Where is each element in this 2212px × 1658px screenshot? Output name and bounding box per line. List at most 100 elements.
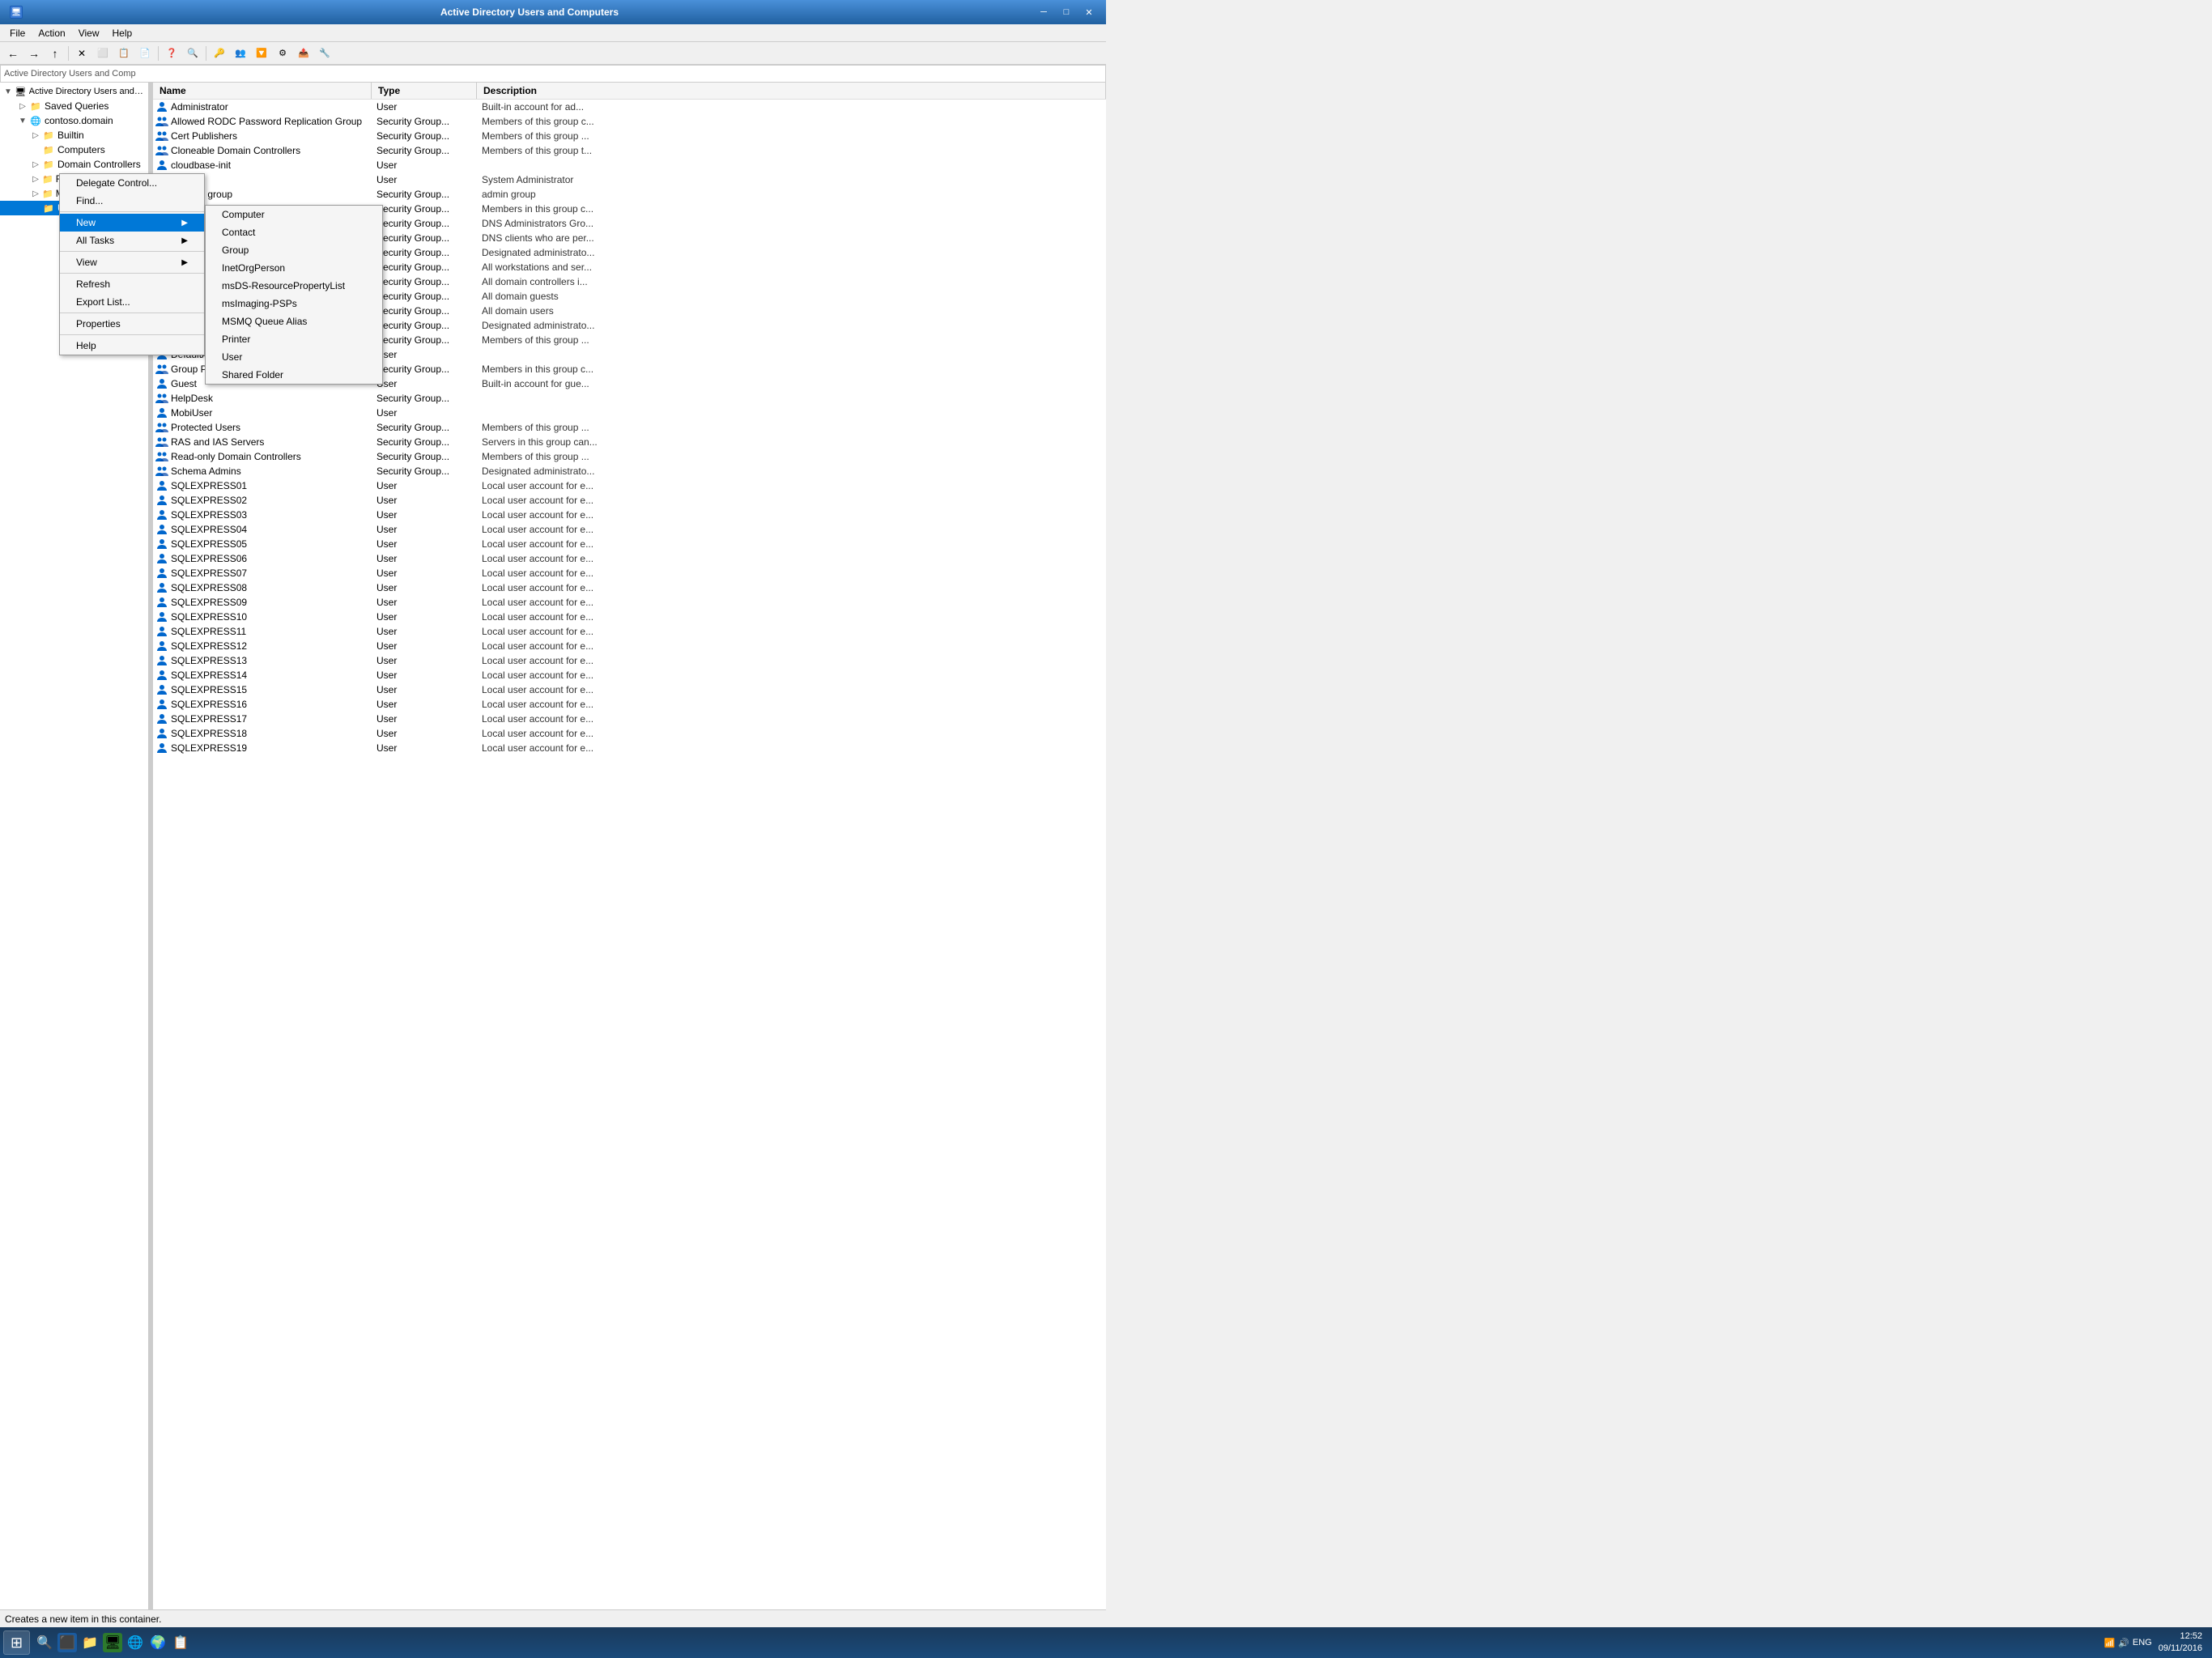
toolbar-properties[interactable]: ⬜ <box>93 45 113 62</box>
ctx-refresh[interactable]: Refresh <box>60 275 204 293</box>
taskbar-app[interactable]: 📋 <box>171 1633 190 1652</box>
list-item[interactable]: AdministratorUserBuilt-in account for ad… <box>153 100 1106 114</box>
taskbar-search[interactable]: 🔍 <box>35 1633 54 1652</box>
maximize-button[interactable]: □ <box>1056 4 1077 20</box>
taskbar-chrome[interactable]: 🌐 <box>125 1633 145 1652</box>
col-header-name[interactable]: Name <box>153 83 372 99</box>
list-item[interactable]: SQLEXPRESS17UserLocal user account for e… <box>153 712 1106 726</box>
context-menu: Delegate Control... Find... New ▶ All Ta… <box>59 173 205 355</box>
list-item[interactable]: SQLEXPRESS18UserLocal user account for e… <box>153 726 1106 741</box>
list-item[interactable]: SQLEXPRESS07UserLocal user account for e… <box>153 566 1106 580</box>
submenu-contact[interactable]: Contact <box>206 223 382 241</box>
list-item[interactable]: SQLEXPRESS13UserLocal user account for e… <box>153 653 1106 668</box>
item-desc: Members in this group c... <box>479 203 1106 215</box>
toolbar-copy[interactable]: 📋 <box>114 45 134 62</box>
list-item[interactable]: SQLEXPRESS16UserLocal user account for e… <box>153 697 1106 712</box>
menu-view[interactable]: View <box>72 26 106 40</box>
toolbar-adv[interactable]: 🔧 <box>315 45 334 62</box>
list-item[interactable]: contoso groupSecurity Group...admin grou… <box>153 187 1106 202</box>
taskbar-clock[interactable]: 12:52 09/11/2016 <box>2152 1630 2209 1656</box>
ctx-new[interactable]: New ▶ <box>60 214 204 232</box>
menu-action[interactable]: Action <box>32 26 71 40</box>
list-item[interactable]: SQLEXPRESS15UserLocal user account for e… <box>153 682 1106 697</box>
list-item[interactable]: contosoUserSystem Administrator <box>153 172 1106 187</box>
list-item[interactable]: SQLEXPRESS06UserLocal user account for e… <box>153 551 1106 566</box>
tree-item-saved[interactable]: ▷ 📁 Saved Queries <box>0 99 148 113</box>
toolbar-find[interactable]: 🔍 <box>183 45 202 62</box>
submenu-computer[interactable]: Computer <box>206 206 382 223</box>
list-item[interactable]: Read-only Domain ControllersSecurity Gro… <box>153 449 1106 464</box>
tree-item-builtin[interactable]: ▷ 📁 Builtin <box>0 128 148 142</box>
item-name: SQLEXPRESS07 <box>169 568 373 579</box>
submenu-group[interactable]: Group <box>206 241 382 259</box>
list-item[interactable]: SQLEXPRESS14UserLocal user account for e… <box>153 668 1106 682</box>
menu-file[interactable]: File <box>3 26 32 40</box>
list-item[interactable]: SQLEXPRESS03UserLocal user account for e… <box>153 508 1106 522</box>
toolbar-back[interactable]: ← <box>3 45 23 62</box>
ctx-find[interactable]: Find... <box>60 192 204 210</box>
toolbar-export[interactable]: 📤 <box>294 45 313 62</box>
minimize-button[interactable]: ─ <box>1033 4 1054 20</box>
tree-item-dcs[interactable]: ▷ 📁 Domain Controllers <box>0 157 148 172</box>
taskbar-network[interactable]: 🌍 <box>148 1633 168 1652</box>
item-desc: Local user account for e... <box>479 582 1106 593</box>
list-item[interactable]: SQLEXPRESS11UserLocal user account for e… <box>153 624 1106 639</box>
submenu-shared[interactable]: Shared Folder <box>206 366 382 384</box>
submenu-msds[interactable]: msDS-ResourcePropertyList <box>206 277 382 295</box>
item-name: SQLEXPRESS19 <box>169 742 373 754</box>
list-item[interactable]: SQLEXPRESS01UserLocal user account for e… <box>153 478 1106 493</box>
list-item[interactable]: SQLEXPRESS19UserLocal user account for e… <box>153 741 1106 755</box>
user-icon <box>155 698 169 711</box>
toolbar-settings[interactable]: ⚙ <box>273 45 292 62</box>
list-item[interactable]: Cloneable Domain ControllersSecurity Gro… <box>153 143 1106 158</box>
list-item[interactable]: SQLEXPRESS04UserLocal user account for e… <box>153 522 1106 537</box>
ctx-view[interactable]: View ▶ <box>60 253 204 271</box>
list-item[interactable]: SQLEXPRESS02UserLocal user account for e… <box>153 493 1106 508</box>
submenu-msmq[interactable]: MSMQ Queue Alias <box>206 312 382 330</box>
list-item[interactable]: SQLEXPRESS10UserLocal user account for e… <box>153 610 1106 624</box>
taskbar-cmdprompt[interactable]: ⬛ <box>57 1633 77 1652</box>
tree-item-root[interactable]: ▼ 🖥 Active Directory Users and Com <box>0 84 148 99</box>
ctx-delegate[interactable]: Delegate Control... <box>60 174 204 192</box>
menu-help[interactable]: Help <box>106 26 139 40</box>
list-item[interactable]: Cert PublishersSecurity Group...Members … <box>153 129 1106 143</box>
toolbar-filter[interactable]: 🔽 <box>252 45 271 62</box>
submenu-printer[interactable]: Printer <box>206 330 382 348</box>
list-item[interactable]: SQLEXPRESS08UserLocal user account for e… <box>153 580 1106 595</box>
tree-item-contoso[interactable]: ▼ 🌐 contoso.domain <box>0 113 148 128</box>
list-item[interactable]: Protected UsersSecurity Group...Members … <box>153 420 1106 435</box>
toolbar-up[interactable]: ↑ <box>45 45 65 62</box>
submenu-inetorgperson[interactable]: InetOrgPerson <box>206 259 382 277</box>
list-item[interactable]: Allowed RODC Password Replication GroupS… <box>153 114 1106 129</box>
list-item[interactable]: cloudbase-initUser <box>153 158 1106 172</box>
toolbar-paste[interactable]: 📄 <box>135 45 155 62</box>
list-item[interactable]: RAS and IAS ServersSecurity Group...Serv… <box>153 435 1106 449</box>
col-header-type[interactable]: Type <box>372 83 477 99</box>
close-button[interactable]: ✕ <box>1078 4 1100 20</box>
toolbar-trust[interactable]: 🔑 <box>210 45 229 62</box>
list-item[interactable]: SQLEXPRESS09UserLocal user account for e… <box>153 595 1106 610</box>
start-button[interactable]: ⊞ <box>3 1630 30 1655</box>
toolbar-help[interactable]: ❓ <box>162 45 181 62</box>
user-icon <box>155 610 169 623</box>
list-item[interactable]: MobiUserUser <box>153 406 1106 420</box>
ctx-help[interactable]: Help <box>60 337 204 355</box>
submenu-user[interactable]: User <box>206 348 382 366</box>
ctx-properties[interactable]: Properties <box>60 315 204 333</box>
taskbar-fileexplorer[interactable]: 📁 <box>80 1633 100 1652</box>
toolbar-users[interactable]: 👥 <box>231 45 250 62</box>
taskbar-addc[interactable]: 🖥 <box>103 1633 122 1652</box>
list-item[interactable]: SQLEXPRESS05UserLocal user account for e… <box>153 537 1106 551</box>
col-header-desc[interactable]: Description <box>477 83 1106 99</box>
ctx-export[interactable]: Export List... <box>60 293 204 311</box>
submenu-msimaging[interactable]: msImaging-PSPs <box>206 295 382 312</box>
ctx-alltasks[interactable]: All Tasks ▶ <box>60 232 204 249</box>
toolbar-forward[interactable]: → <box>24 45 44 62</box>
list-item[interactable]: Schema AdminsSecurity Group...Designated… <box>153 464 1106 478</box>
item-type: User <box>373 582 479 593</box>
item-name: Cert Publishers <box>169 130 373 142</box>
list-item[interactable]: SQLEXPRESS12UserLocal user account for e… <box>153 639 1106 653</box>
toolbar-delete[interactable]: ✕ <box>72 45 91 62</box>
tree-item-computers[interactable]: 📁 Computers <box>0 142 148 157</box>
list-item[interactable]: HelpDeskSecurity Group... <box>153 391 1106 406</box>
